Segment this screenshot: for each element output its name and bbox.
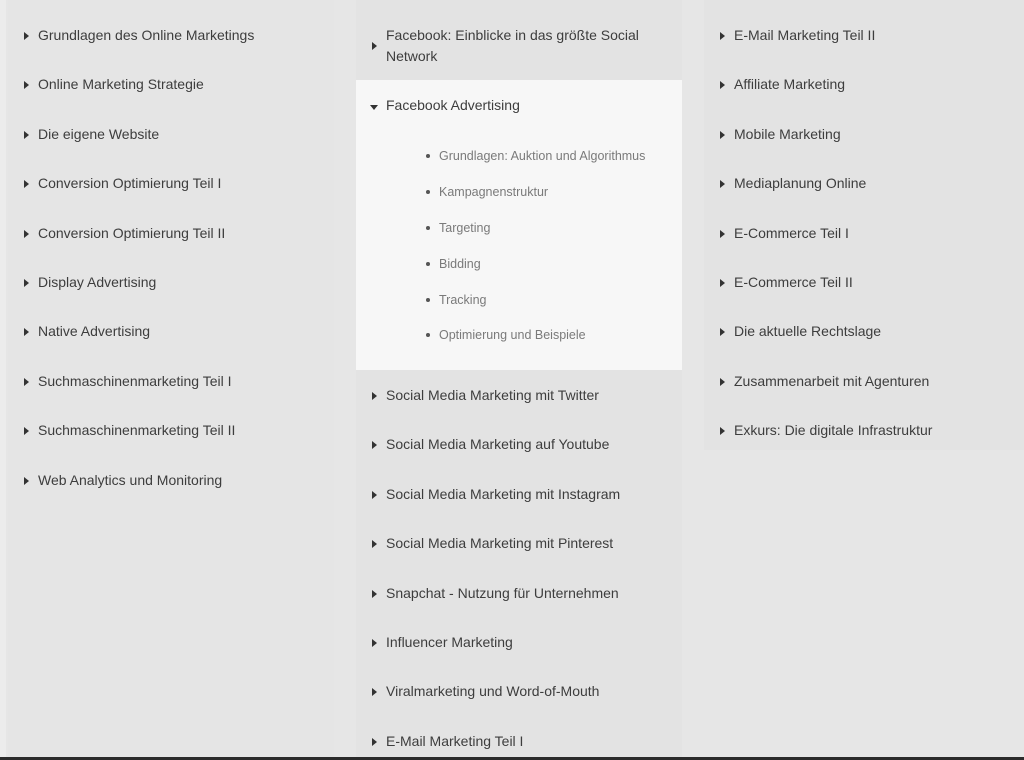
caret-right-icon bbox=[372, 441, 377, 449]
caret-right-icon bbox=[720, 427, 725, 435]
caret-right-icon bbox=[372, 590, 377, 598]
bullet-icon bbox=[426, 298, 430, 302]
caret-right-icon bbox=[720, 131, 725, 139]
caret-right-icon bbox=[24, 81, 29, 89]
caret-right-icon bbox=[720, 378, 725, 386]
caret-right-icon bbox=[24, 328, 29, 336]
caret-right-icon bbox=[372, 738, 377, 746]
bullet-icon bbox=[426, 333, 430, 337]
caret-right-icon bbox=[24, 279, 29, 287]
caret-right-icon bbox=[372, 688, 377, 696]
caret-right-icon bbox=[24, 378, 29, 386]
course-column-3: E-Mail Marketing Teil II Affiliate Marke… bbox=[704, 0, 1024, 450]
caret-right-icon bbox=[372, 392, 377, 400]
caret-right-icon bbox=[720, 81, 725, 89]
bullet-icon bbox=[426, 190, 430, 194]
caret-right-icon bbox=[720, 230, 725, 238]
bullet-icon bbox=[426, 226, 430, 230]
caret-right-icon bbox=[720, 328, 725, 336]
course-column-1: Grundlagen des Online Marketings Online … bbox=[8, 0, 334, 757]
caret-right-icon bbox=[24, 477, 29, 485]
caret-right-icon bbox=[24, 32, 29, 40]
caret-right-icon bbox=[720, 279, 725, 287]
caret-right-icon bbox=[372, 491, 377, 499]
bullet-icon bbox=[426, 154, 430, 158]
caret-right-icon bbox=[720, 180, 725, 188]
caret-right-icon bbox=[372, 639, 377, 647]
caret-down-icon bbox=[370, 105, 378, 110]
caret-right-icon bbox=[372, 42, 377, 50]
course-column-2: Facebook: Einblicke in das größte Social… bbox=[356, 0, 682, 757]
caret-right-icon bbox=[720, 32, 725, 40]
caret-right-icon bbox=[24, 180, 29, 188]
caret-right-icon bbox=[24, 427, 29, 435]
chapter-item[interactable]: Facebook: Einblicke in das größte Social… bbox=[356, 25, 682, 67]
caret-right-icon bbox=[24, 131, 29, 139]
page-edge bbox=[0, 0, 6, 760]
caret-right-icon bbox=[24, 230, 29, 238]
caret-right-icon bbox=[372, 540, 377, 548]
bullet-icon bbox=[426, 262, 430, 266]
